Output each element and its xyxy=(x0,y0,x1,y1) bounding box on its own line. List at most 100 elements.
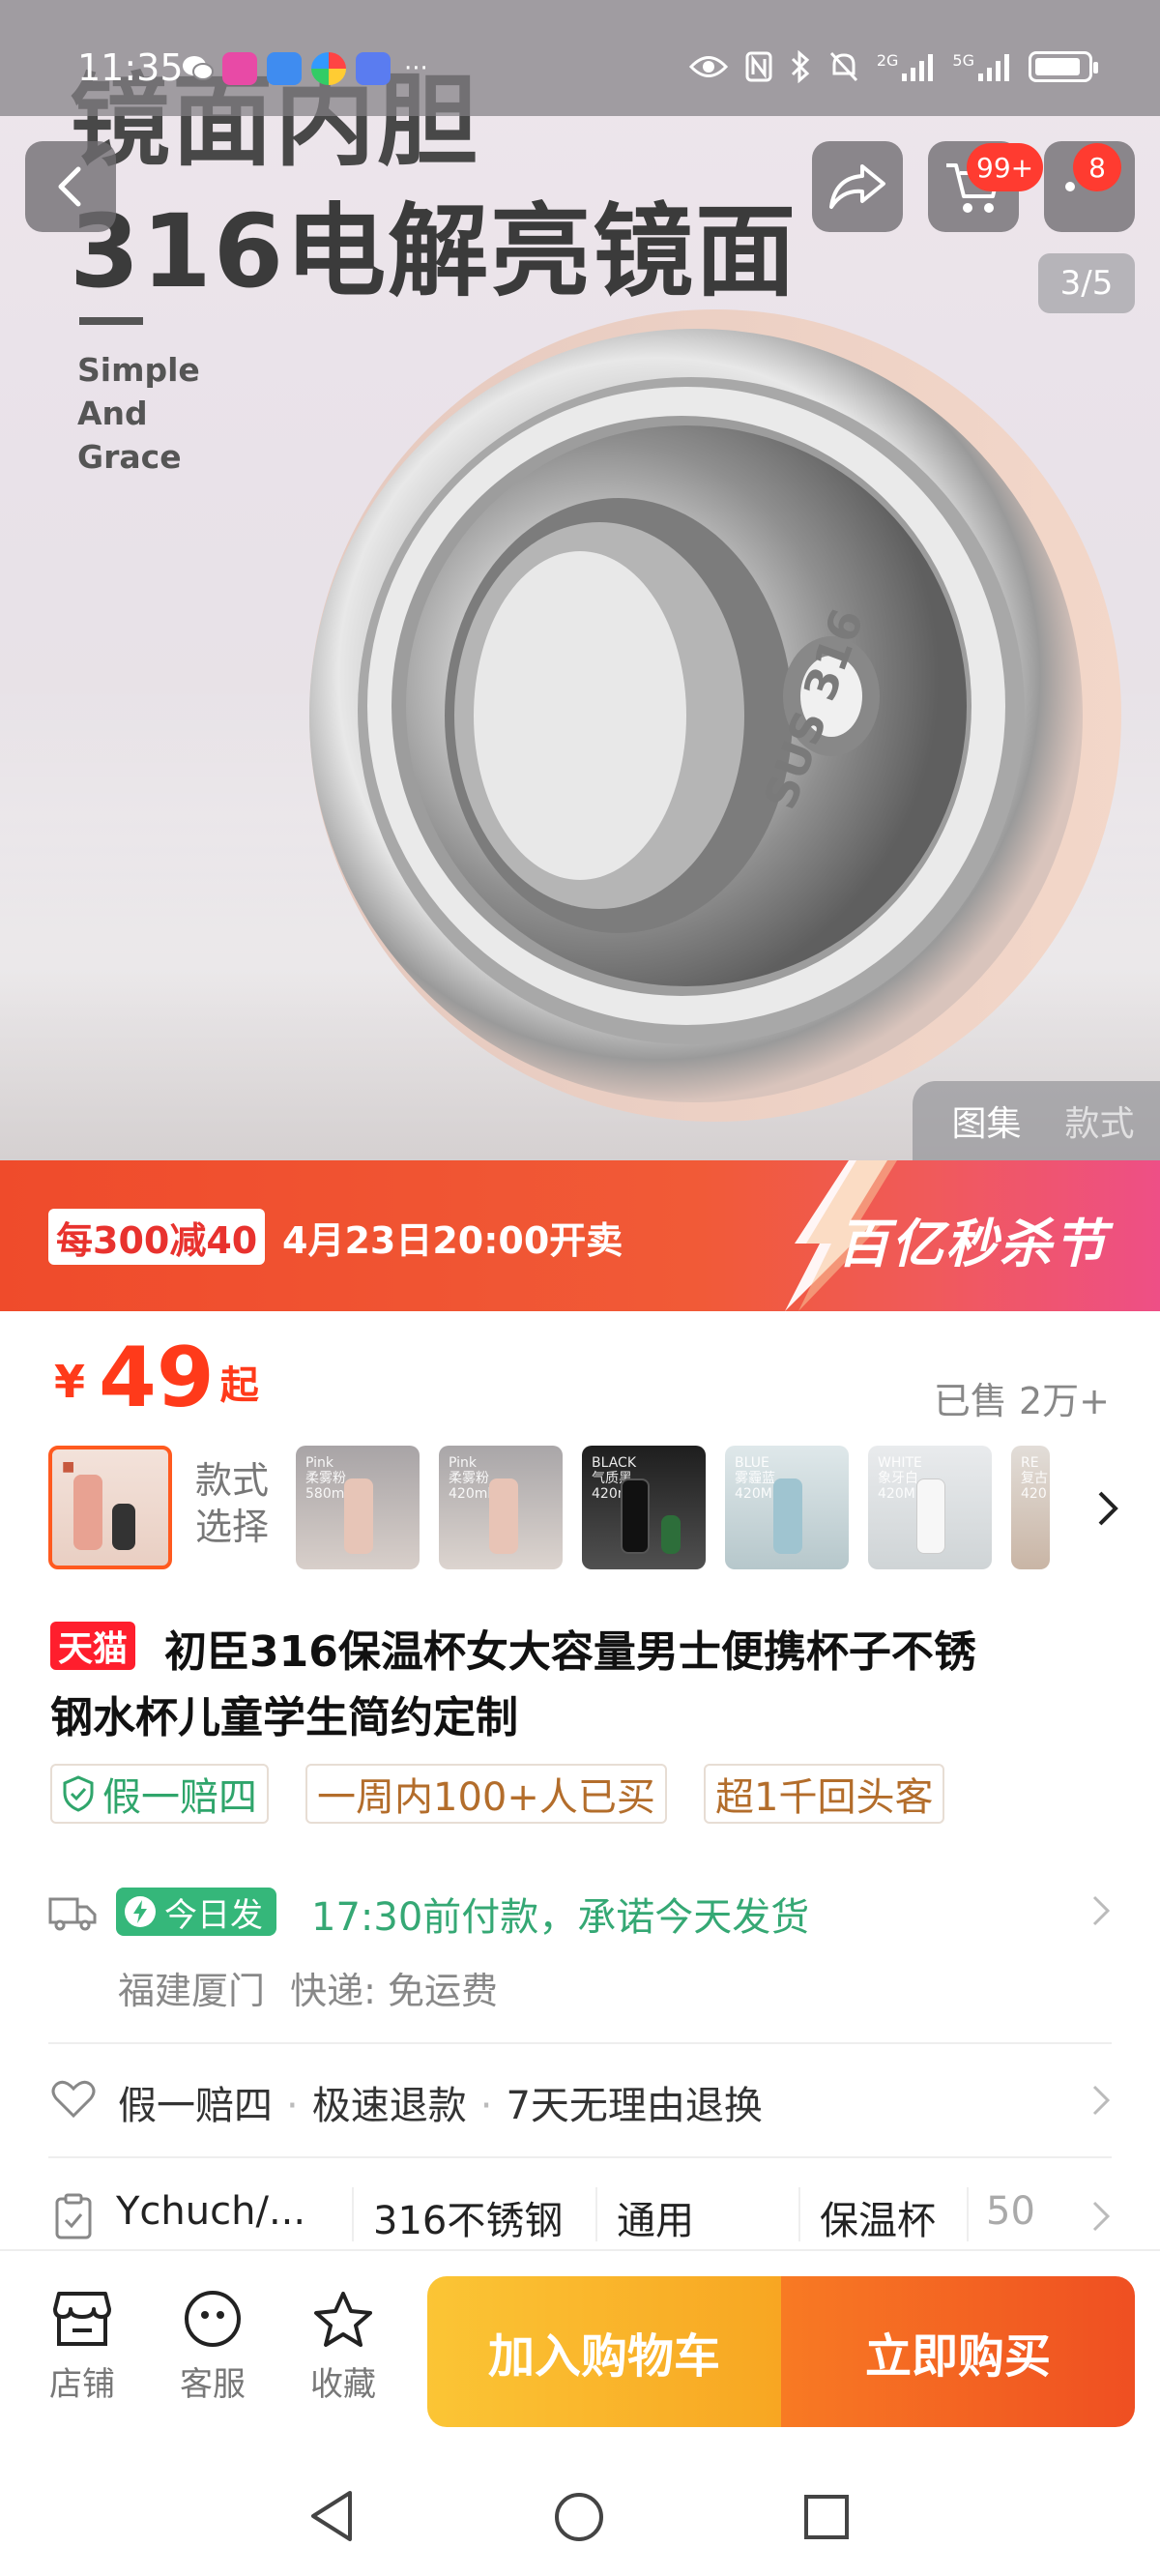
variant-label: 款式 选择 xyxy=(195,1457,269,1550)
signal-icon xyxy=(902,54,934,81)
gallery-tabs: 图集 款式 xyxy=(913,1081,1160,1160)
battery-icon xyxy=(1029,51,1098,82)
back-button[interactable] xyxy=(25,141,116,232)
tab-styles[interactable]: 款式 xyxy=(1064,1096,1134,1146)
divider xyxy=(967,2187,969,2241)
divider xyxy=(352,2187,354,2241)
param-type[interactable]: 保温杯 xyxy=(820,2189,936,2245)
heart-icon xyxy=(51,2080,96,2119)
variant-thumb[interactable]: Pink 柔雾粉 580ml xyxy=(296,1446,420,1569)
variant-thumb[interactable]: BLUE 雾霾蓝 420ML xyxy=(725,1446,849,1569)
origin-city: 福建厦门 xyxy=(118,1970,266,2012)
promo-discount-tag: 每300减40 xyxy=(48,1209,266,1265)
thermos-cup-image: SUS 316 xyxy=(309,309,1121,1122)
variant-thumb-label: Pink 柔雾粉 580ml xyxy=(305,1455,349,1502)
customer-service-label: 客服 xyxy=(180,2365,246,2404)
param-material[interactable]: 316不锈钢 xyxy=(373,2189,563,2245)
guarantee-item: 7天无理由退换 xyxy=(506,2084,763,2128)
price-value: 49 xyxy=(99,1330,215,1426)
tab-gallery[interactable]: 图集 xyxy=(951,1096,1021,1146)
buy-now-button[interactable]: 立即购买 xyxy=(781,2276,1135,2427)
param-capacity[interactable]: 50 xyxy=(986,2189,1035,2234)
add-to-cart-button[interactable]: 加入购物车 xyxy=(427,2276,781,2427)
param-gender[interactable]: 通用 xyxy=(617,2189,694,2245)
variant-thumb[interactable]: RE 复古 420 xyxy=(1011,1446,1050,1569)
price: ¥ 49 起 xyxy=(54,1334,259,1421)
chevron-right-icon[interactable] xyxy=(1090,1893,1112,1928)
customer-service-button[interactable]: 客服 xyxy=(160,2290,266,2405)
status-notification-icons xyxy=(182,52,391,85)
network-5g-label: 5G xyxy=(952,50,974,70)
hero-heading-line2: 316电解亮镜面 xyxy=(70,192,798,310)
variant-thumb-label: RE 复古 420 xyxy=(1021,1455,1048,1502)
tagline-word: And xyxy=(77,395,148,432)
system-back-icon[interactable] xyxy=(307,2489,356,2543)
divider xyxy=(48,2156,1112,2158)
guarantee-item: 假一赔四 xyxy=(118,2084,273,2128)
network-2g-label: 2G xyxy=(876,50,899,70)
guarantee-tag[interactable]: 假一赔四 xyxy=(50,1764,269,1824)
message-count-badge: 8 xyxy=(1073,143,1121,191)
cart-count-badge: 99+ xyxy=(967,143,1044,191)
share-icon xyxy=(829,164,885,209)
chevron-right-icon[interactable] xyxy=(1090,2083,1112,2118)
tagline-word: Grace xyxy=(77,438,182,476)
qq-icon xyxy=(267,52,302,85)
wechat-icon xyxy=(182,52,214,85)
shipping-origin: 福建厦门 快递: 免运费 xyxy=(118,1961,498,2014)
promo-sale-time: 4月23日20:00开卖 xyxy=(282,1219,624,1262)
share-button[interactable] xyxy=(812,141,903,232)
sold-count: 已售 2万+ xyxy=(933,1380,1110,1422)
guarantee-item: 极速退款 xyxy=(311,2084,467,2128)
store-button[interactable]: 店铺 xyxy=(29,2290,135,2405)
status-bar: 11:35 ··· 2G 5G xyxy=(0,0,1160,116)
variant-thumb-label: Pink 柔雾粉 420ml xyxy=(449,1455,492,1502)
variant-label-line: 选择 xyxy=(195,1506,270,1548)
store-button-label: 店铺 xyxy=(49,2365,115,2404)
variant-thumb[interactable]: BLACK 气质黑 420ml xyxy=(582,1446,706,1569)
chevron-right-icon[interactable] xyxy=(1090,2199,1112,2234)
gallery-page-counter: 3/5 xyxy=(1038,253,1135,313)
variant-thumb[interactable]: WHITE 象牙白 420ML xyxy=(868,1446,992,1569)
tmall-badge: 天猫 xyxy=(50,1622,136,1670)
promo-banner[interactable]: 每300减40 4月23日20:00开卖 百亿秒杀节 xyxy=(0,1160,1160,1311)
system-recents-icon[interactable] xyxy=(802,2493,851,2541)
chat-face-icon xyxy=(185,2291,241,2347)
mail-app-icon xyxy=(356,52,391,85)
shipping-promise: 17:30前付款，承诺今天发货 xyxy=(311,1895,810,1940)
price-currency: ¥ xyxy=(54,1356,86,1408)
guarantee-tag-label: 假一赔四 xyxy=(102,1775,257,1820)
shield-check-icon xyxy=(63,1775,94,1812)
hero-dash xyxy=(79,317,143,325)
param-brand[interactable]: Ychuch/... xyxy=(116,2189,305,2234)
divider xyxy=(48,2042,1112,2044)
signal-icon xyxy=(978,54,1009,81)
more-notifications: ··· xyxy=(404,54,428,83)
same-day-shipping-badge: 今日发 xyxy=(116,1888,276,1936)
nfc-icon xyxy=(745,51,772,82)
price-suffix: 起 xyxy=(219,1363,259,1408)
product-title-continued: 钢水杯儿童学生简约定制 xyxy=(50,1693,518,1742)
browser-icon xyxy=(311,52,346,85)
variant-thumb[interactable]: Pink 柔雾粉 420ml xyxy=(439,1446,563,1569)
bought-count-tag: 一周内100+人已买 xyxy=(305,1764,667,1824)
service-guarantees[interactable]: 假一赔四 · 极速退款 · 7天无理由退换 xyxy=(118,2074,763,2130)
eye-icon xyxy=(688,56,728,77)
variant-selector[interactable]: ■ 款式 选择 Pink 柔雾粉 580ml Pink 柔雾粉 420ml BL… xyxy=(48,1446,1121,1573)
system-home-icon[interactable] xyxy=(553,2491,605,2543)
favorite-button[interactable]: 收藏 xyxy=(290,2290,396,2405)
store-icon xyxy=(53,2292,111,2346)
variant-label-line: 款式 xyxy=(195,1459,270,1502)
product-title: 初臣316保温杯女大容量男士便携杯子不锈 xyxy=(164,1627,976,1677)
hero-tagline: Simple And Grace xyxy=(77,348,200,479)
variant-thumb[interactable]: ■ xyxy=(48,1446,172,1569)
divider xyxy=(595,2187,597,2241)
chevron-right-icon[interactable] xyxy=(1094,1489,1121,1528)
video-app-icon xyxy=(222,52,257,85)
star-icon xyxy=(314,2292,372,2347)
bluetooth-icon xyxy=(791,50,810,83)
status-time: 11:35 xyxy=(77,46,184,89)
promo-event-title: 百亿秒杀节 xyxy=(837,1214,1108,1274)
clipboard-icon xyxy=(55,2193,92,2239)
divider xyxy=(798,2187,800,2241)
